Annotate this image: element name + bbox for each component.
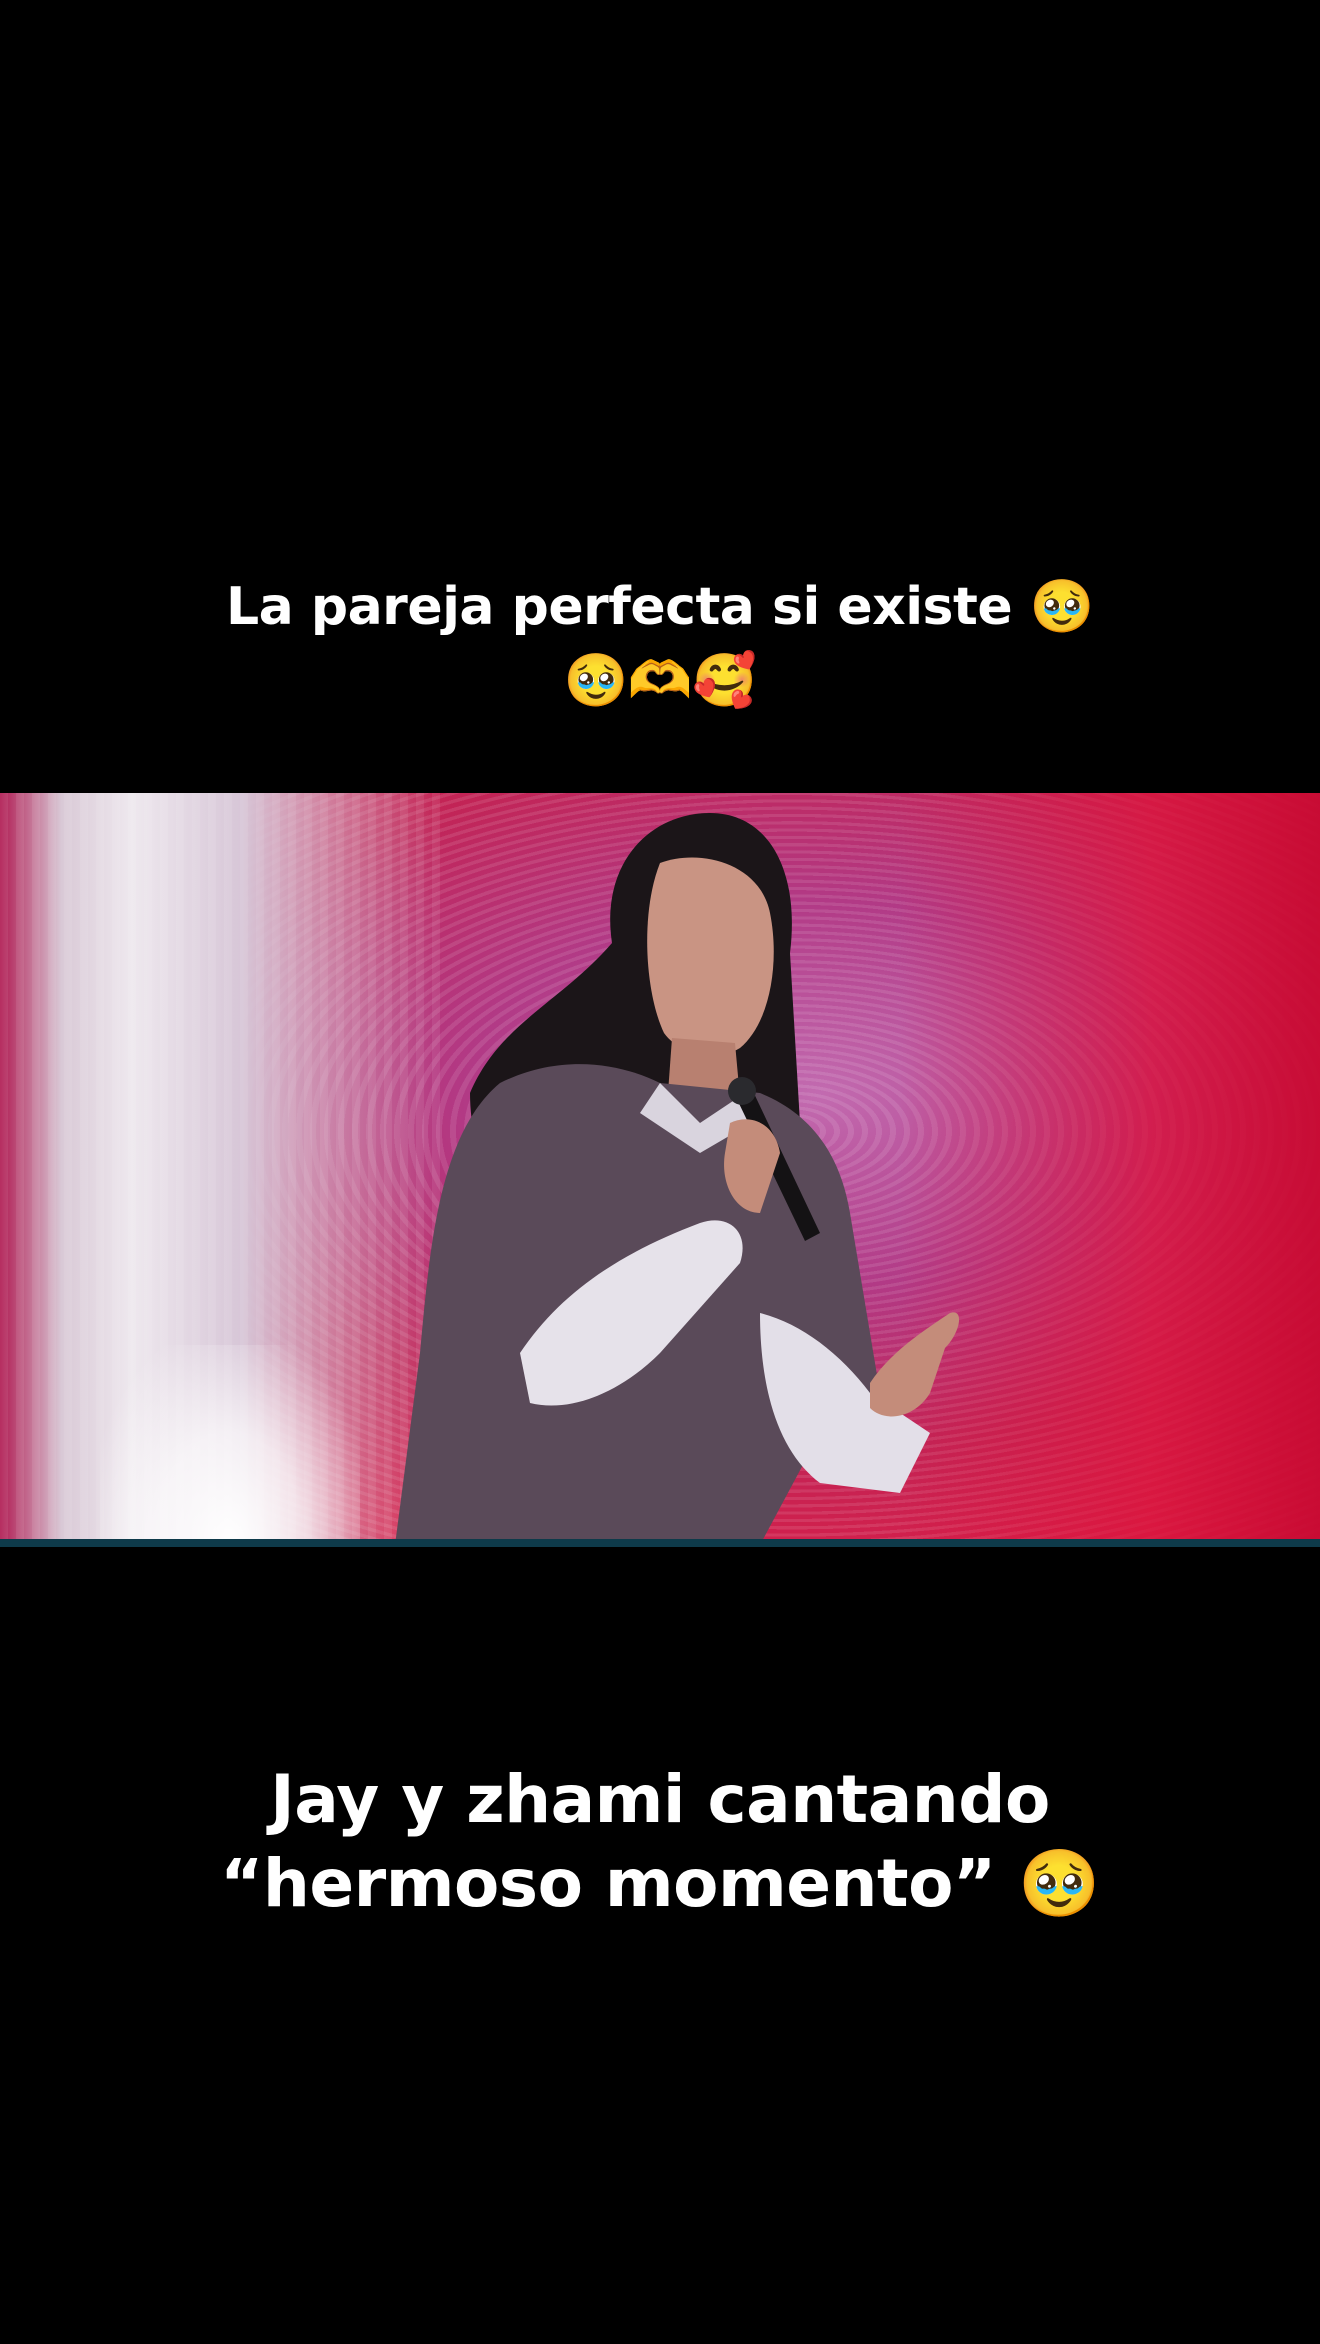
top-caption-line-2: 🥹🫶🥰	[563, 651, 757, 711]
bottom-caption-line-1: Jay y zhami cantando	[270, 1761, 1050, 1838]
top-caption: La pareja perfecta si existe 🥹 🥹🫶🥰	[0, 570, 1320, 718]
top-caption-line-1: La pareja perfecta si existe 🥹	[226, 577, 1094, 637]
singer-image	[395, 813, 960, 1545]
video-player[interactable]	[0, 793, 1320, 1545]
bottom-caption: Jay y zhami cantando “hermoso momento” 🥹	[0, 1758, 1320, 1926]
bottom-caption-line-2: “hermoso momento” 🥹	[220, 1845, 1100, 1922]
video-divider	[0, 1539, 1320, 1547]
